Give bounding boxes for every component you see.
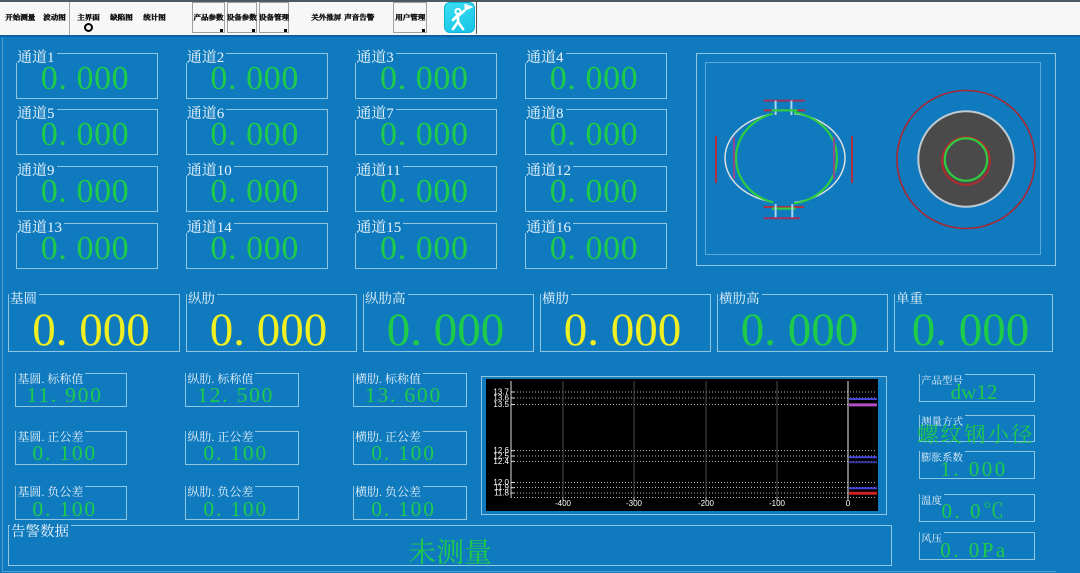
- svg-text:0: 0: [846, 499, 851, 508]
- svg-text:12.4: 12.4: [493, 457, 509, 466]
- svg-text:13.5: 13.5: [493, 400, 509, 409]
- svg-text:-200: -200: [698, 499, 715, 508]
- svg-text:-400: -400: [555, 499, 572, 508]
- svg-text:11.8: 11.8: [494, 489, 510, 498]
- svg-text:-300: -300: [626, 499, 643, 508]
- svg-text:-100: -100: [769, 499, 786, 508]
